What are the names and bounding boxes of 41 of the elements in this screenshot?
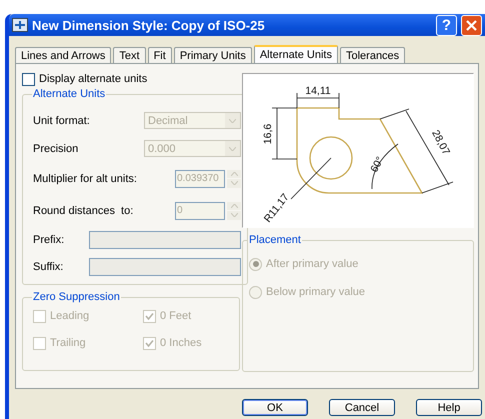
dimension-text: 16,6 <box>262 124 274 144</box>
field-label: Precision <box>33 142 80 154</box>
close-icon <box>466 20 477 30</box>
checkbox-label: 0 Feet <box>160 310 192 322</box>
tab[interactable]: Text <box>113 47 146 63</box>
field-label: Multiplier for alt units: <box>33 172 138 184</box>
field-label: Suffix: <box>33 260 64 272</box>
radio-label: After primary value <box>266 258 358 270</box>
group-title: Zero Suppression <box>32 291 121 303</box>
field-label: Prefix: <box>33 234 66 246</box>
tab[interactable]: Fit <box>148 47 172 63</box>
close-button[interactable] <box>461 14 482 36</box>
dialog-button[interactable]: Help <box>416 399 482 416</box>
spin-buttons[interactable] <box>227 202 241 220</box>
dimension-text: 14,11 <box>305 85 331 97</box>
dimension-text: 60° <box>368 154 386 174</box>
checkbox[interactable] <box>22 72 35 86</box>
leader-line <box>290 158 332 200</box>
spin-buttons[interactable] <box>227 170 241 188</box>
group-title: Alternate Units <box>32 88 106 100</box>
check-icon <box>145 312 154 320</box>
caret-icon <box>229 118 236 122</box>
window-title: New Dimension Style: Copy of ISO-25 <box>32 18 266 32</box>
app-icon <box>12 18 28 32</box>
checkbox-label: Leading <box>50 310 90 322</box>
check-icon <box>145 338 154 348</box>
dialog-button[interactable]: Cancel <box>329 399 395 416</box>
checkbox-label: Trailing <box>50 337 86 349</box>
tab[interactable]: Tolerances <box>340 47 406 63</box>
tab[interactable]: Primary Units <box>174 47 252 63</box>
help-button[interactable]: ? <box>436 14 457 36</box>
checkbox-label: Display alternate units <box>39 73 148 85</box>
dialog-button[interactable]: OK <box>242 399 308 416</box>
tab[interactable]: Lines and Arrows <box>15 47 112 63</box>
group-title: Placement <box>248 234 302 246</box>
tab[interactable]: Alternate Units <box>254 45 338 63</box>
field-label: Unit format: <box>33 114 91 126</box>
caret-icon <box>229 146 236 150</box>
checkbox-label: 0 Inches <box>160 337 202 349</box>
field-label: Round distances to: <box>33 204 134 216</box>
radio-label: Below primary value <box>266 286 366 298</box>
